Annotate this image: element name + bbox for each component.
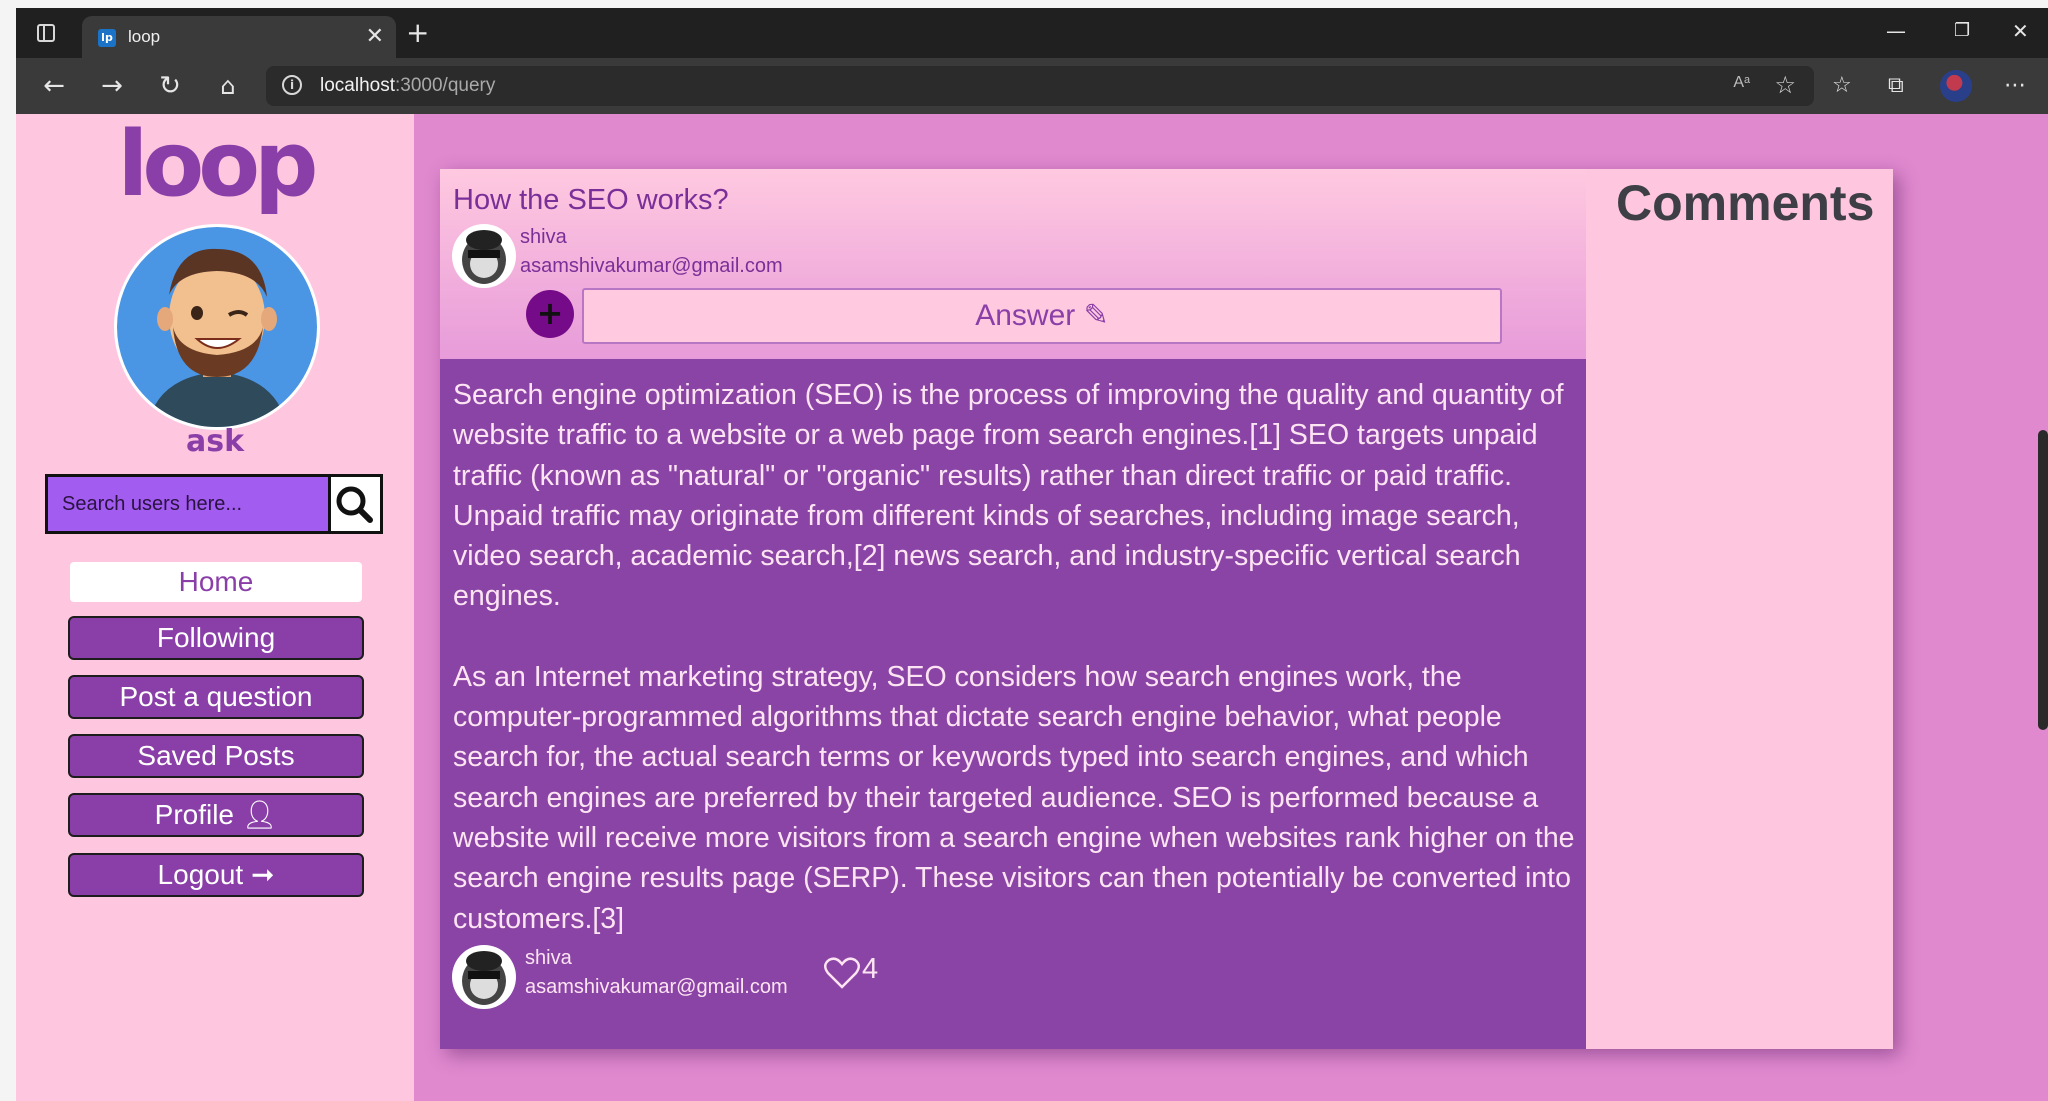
search-button[interactable] xyxy=(328,477,380,531)
read-aloud-icon[interactable]: Aᵃ xyxy=(1733,74,1750,92)
answer-author-email: asamshivakumar@gmail.com xyxy=(525,976,788,998)
comments-panel: Comments xyxy=(1586,169,1893,1049)
search-input[interactable] xyxy=(48,477,320,531)
answer-label: Answer xyxy=(975,299,1076,332)
question-header: How the SEO works? shiva asamshivakumar@… xyxy=(440,169,1586,359)
address-toolbar: ← → ↻ ⌂ i localhost:3000/query Aᵃ ☆ ☆ ⧉ … xyxy=(16,58,2048,114)
tab-title: loop xyxy=(128,27,161,46)
browser-window: lp loop ✕ + — ❐ ✕ ← → ↻ ⌂ i localhost:30… xyxy=(16,8,2048,1101)
user-icon: 👤︎ xyxy=(241,799,278,830)
answer-button[interactable]: Answer ✎ xyxy=(582,288,1502,344)
author-email: asamshivakumar@gmail.com xyxy=(520,255,783,277)
new-tab-button[interactable]: + xyxy=(406,18,429,48)
page-scrollbar[interactable] xyxy=(2038,430,2048,730)
favicon-icon: lp xyxy=(98,29,116,47)
add-favorite-icon[interactable]: ☆ xyxy=(1774,71,1796,99)
more-menu-icon[interactable]: ⋯ xyxy=(2004,70,2026,102)
minimize-button[interactable]: — xyxy=(1886,16,1906,46)
window-close-button[interactable]: ✕ xyxy=(2012,16,2029,46)
refresh-icon[interactable]: ↻ xyxy=(152,68,188,104)
nav-saved-posts[interactable]: Saved Posts xyxy=(68,734,364,778)
tab-close-icon[interactable]: ✕ xyxy=(366,24,384,50)
answer-text: Search engine optimization (SEO) is the … xyxy=(453,375,1578,979)
author-name[interactable]: shiva xyxy=(520,226,567,249)
avatar-illustration xyxy=(114,224,320,430)
browser-tab[interactable]: lp loop ✕ xyxy=(82,16,396,58)
add-button[interactable]: + xyxy=(526,290,574,338)
post-card: How the SEO works? shiva asamshivakumar@… xyxy=(440,169,1893,1049)
profile-avatar-icon[interactable] xyxy=(1940,70,1972,102)
answer-body: Search engine optimization (SEO) is the … xyxy=(440,359,1586,1049)
search-icon xyxy=(336,486,373,523)
answer-author-avatar[interactable] xyxy=(452,945,516,1009)
pencil-icon: ✎ xyxy=(1083,299,1109,332)
comments-heading: Comments xyxy=(1616,175,1875,231)
app-logo[interactable]: loop xyxy=(16,114,414,217)
nav-profile-label: Profile xyxy=(154,799,235,830)
heart-icon[interactable] xyxy=(822,953,862,993)
nav-logout-label: Logout xyxy=(157,859,244,890)
home-icon[interactable]: ⌂ xyxy=(210,68,246,104)
tab-strip: lp loop ✕ + — ❐ ✕ xyxy=(16,8,2048,58)
site-info-icon[interactable]: i xyxy=(282,75,302,95)
answer-author-name[interactable]: shiva xyxy=(525,947,572,970)
tagline: ask xyxy=(185,424,245,459)
address-bar[interactable]: i localhost:3000/query Aᵃ ☆ xyxy=(266,66,1814,106)
author-avatar[interactable] xyxy=(452,224,516,288)
nav-home[interactable]: Home xyxy=(70,562,362,602)
nav-following[interactable]: Following xyxy=(68,616,364,660)
question-title: How the SEO works? xyxy=(453,184,729,216)
user-search xyxy=(45,474,383,534)
nav-post-question[interactable]: Post a question xyxy=(68,675,364,719)
url-text[interactable]: localhost:3000/query xyxy=(320,75,495,97)
nav-logout[interactable]: Logout ➞ xyxy=(68,853,364,897)
collections-icon[interactable]: ⧉ xyxy=(1888,70,1904,102)
answer-paragraph: Search engine optimization (SEO) is the … xyxy=(453,379,1564,613)
restore-button[interactable]: ❐ xyxy=(1954,16,1970,46)
like-count: 4 xyxy=(862,953,879,985)
arrow-right-icon: ➞ xyxy=(250,859,275,890)
forward-icon[interactable]: → xyxy=(94,68,130,104)
page-viewport: loop ask Search users here... Home Follo… xyxy=(16,114,2048,1101)
nav-profile[interactable]: Profile 👤︎ xyxy=(68,793,364,837)
sidebar: loop ask Search users here... Home Follo… xyxy=(16,114,414,1101)
favorites-icon[interactable]: ☆ xyxy=(1832,70,1852,102)
tab-actions-icon[interactable] xyxy=(34,21,60,47)
answer-paragraph: As an Internet marketing strategy, SEO c… xyxy=(453,660,1575,935)
back-icon[interactable]: ← xyxy=(36,68,72,104)
